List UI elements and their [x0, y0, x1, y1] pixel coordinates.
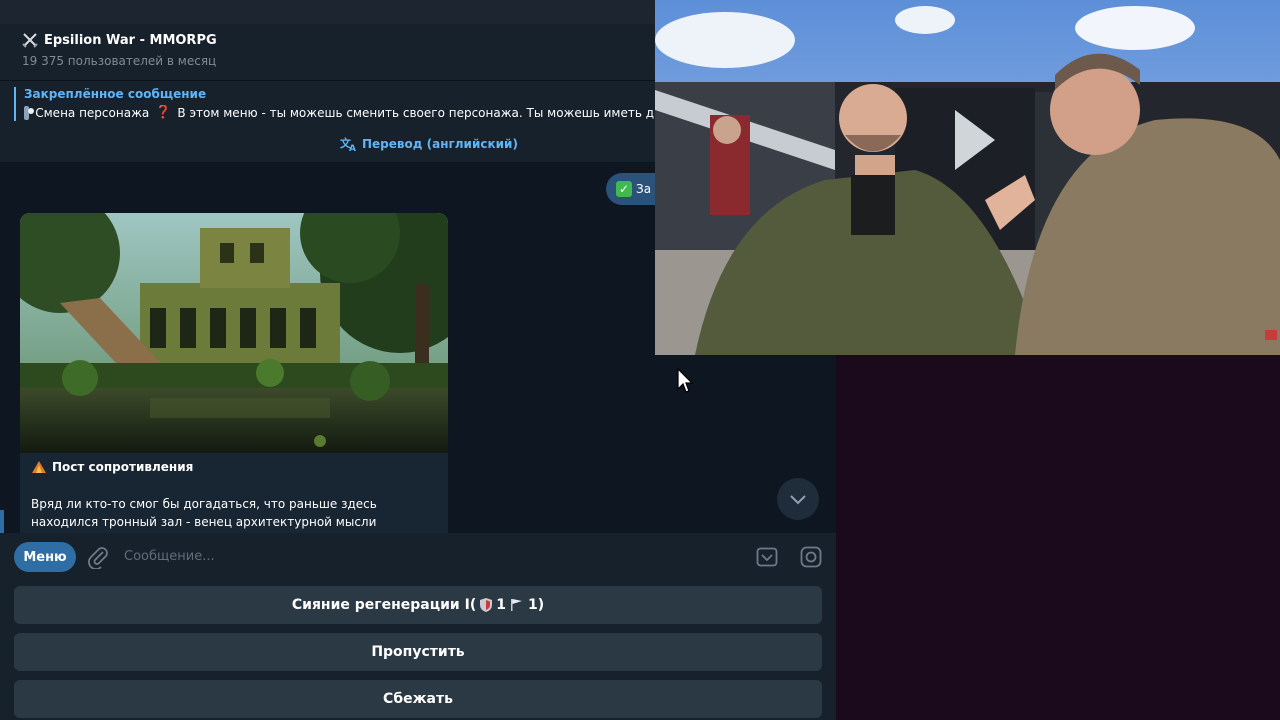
bot-keyboard: Сияние регенерации I( 1 1) Пропустить Сб… — [0, 579, 836, 720]
chat-title-text: Epsilion War - MMORPG — [44, 32, 217, 48]
message-composer: Меню — [0, 533, 836, 579]
regen-label: Сияние регенерации I( — [291, 597, 477, 613]
regen-button[interactable]: Сияние регенерации I( 1 1) — [14, 586, 822, 624]
check-icon: ✓ — [616, 181, 632, 197]
tent-icon — [32, 461, 46, 473]
ruins-jungle-image[interactable] — [20, 213, 448, 453]
regen-cost: 1) — [527, 597, 545, 613]
pinned-text: В этом меню - ты можешь сменить своего п… — [177, 105, 654, 120]
message-input[interactable] — [124, 543, 724, 569]
outgoing-text: За — [636, 182, 652, 196]
paperclip-icon[interactable] — [86, 545, 110, 569]
translate-icon: 文 A — [340, 136, 356, 152]
escape-button[interactable]: Сбежать — [14, 680, 822, 718]
background-panel — [836, 355, 1280, 720]
mouse-cursor-icon — [677, 368, 693, 393]
translate-button[interactable]: 文 A Перевод (английский) — [340, 136, 518, 152]
pinned-label: Смена персонажа — [35, 105, 150, 120]
pinned-title: Закреплённое сообщение — [24, 87, 207, 101]
svg-text:A: A — [349, 144, 356, 152]
crossed-swords-icon — [22, 33, 38, 48]
incoming-message[interactable]: Пост сопротивления Вряд ли кто-то смог б… — [20, 213, 448, 543]
video-message-icon[interactable] — [799, 545, 823, 569]
question-mark-icon: ❓ — [155, 105, 172, 120]
pinned-preview: Смена персонажа ❓ В этом меню - ты можеш… — [24, 105, 654, 120]
translate-label: Перевод (английский) — [362, 137, 518, 151]
pinned-indicator — [14, 87, 16, 121]
video-overlay[interactable] — [655, 0, 1280, 355]
message-heading-text: Пост сопротивления — [52, 460, 194, 474]
skip-button[interactable]: Пропустить — [14, 633, 822, 671]
shield-icon — [480, 598, 493, 612]
chat-subtitle: 19 375 пользователей в месяц — [22, 54, 217, 68]
menu-button[interactable]: Меню — [14, 542, 76, 572]
chevron-down-icon — [790, 495, 806, 505]
chat-title[interactable]: Epsilion War - MMORPG — [22, 32, 217, 48]
flag-icon — [510, 599, 522, 611]
regen-count: 1 — [496, 597, 506, 613]
scroll-down-button[interactable] — [777, 478, 819, 520]
message-heading: Пост сопротивления — [32, 460, 193, 474]
character-icon — [24, 105, 35, 120]
bot-keyboard-toggle-icon[interactable] — [755, 545, 779, 569]
screen: Epsilion War - MMORPG 19 375 пользовател… — [0, 0, 1280, 720]
